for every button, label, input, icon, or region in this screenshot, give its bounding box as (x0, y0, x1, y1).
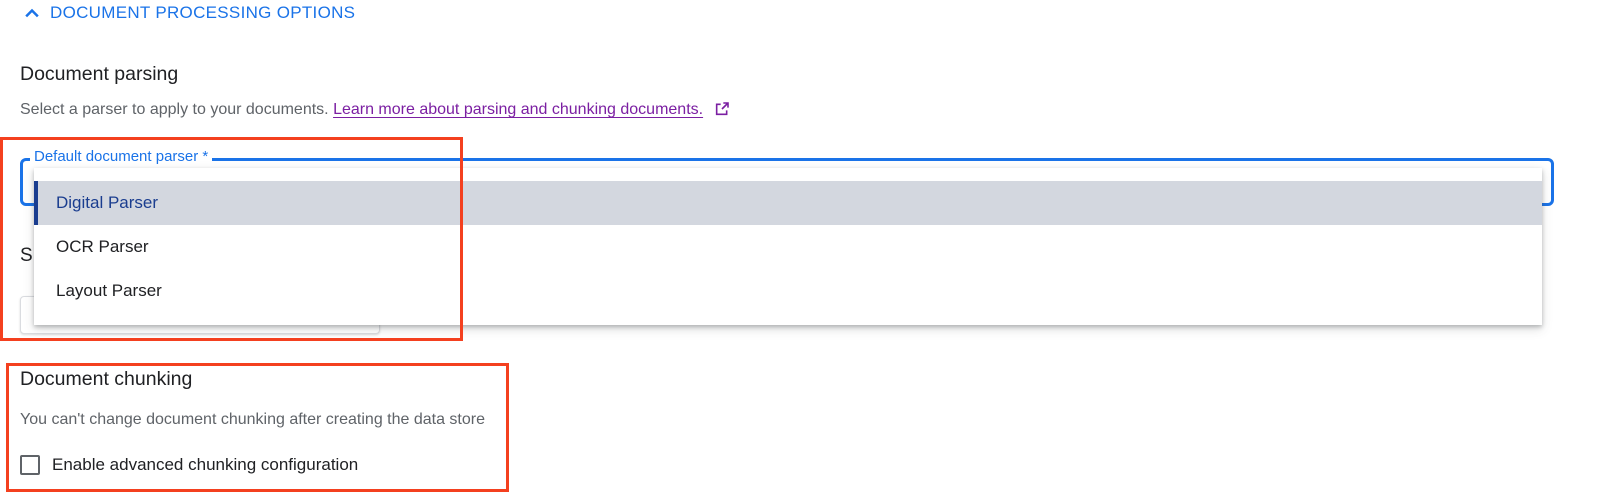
page: DOCUMENT PROCESSING OPTIONS Document par… (0, 0, 1600, 502)
chunking-heading: Document chunking (20, 368, 193, 390)
open-in-new-icon[interactable] (714, 101, 730, 117)
parsing-heading: Document parsing (20, 63, 179, 85)
annotation-box-parser (0, 137, 463, 341)
parsing-description: Select a parser to apply to your documen… (20, 101, 730, 119)
parsing-description-text: Select a parser to apply to your documen… (20, 101, 329, 118)
advanced-chunking-checkbox[interactable] (20, 455, 40, 475)
chunking-description: You can't change document chunking after… (20, 411, 485, 428)
section-toggle-document-processing[interactable]: DOCUMENT PROCESSING OPTIONS (22, 3, 355, 23)
chevron-up-icon (25, 8, 39, 18)
advanced-chunking-label: Enable advanced chunking configuration (52, 455, 359, 474)
advanced-chunking-checkbox-row[interactable]: Enable advanced chunking configuration (20, 455, 358, 475)
learn-more-link[interactable]: Learn more about parsing and chunking do… (333, 101, 703, 118)
section-toggle-label: DOCUMENT PROCESSING OPTIONS (50, 3, 356, 22)
